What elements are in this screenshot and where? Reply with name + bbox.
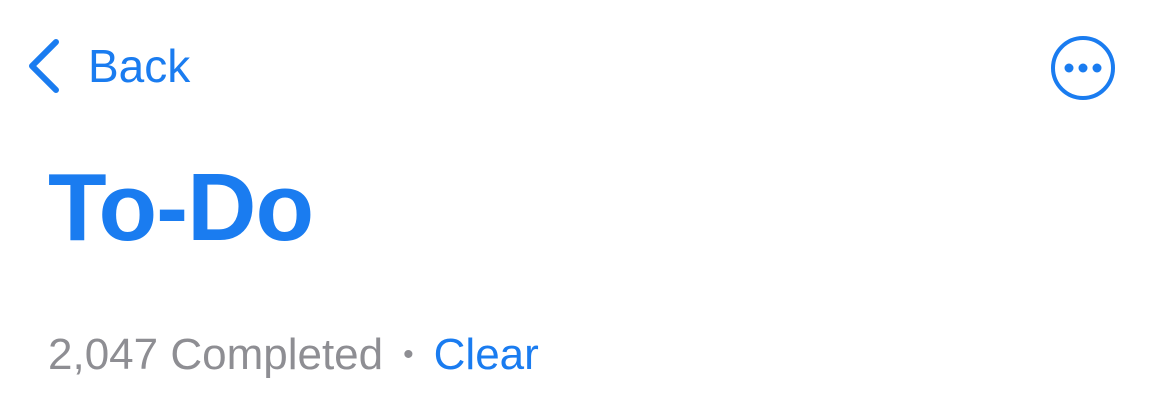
navigation-bar: Back xyxy=(0,0,1170,130)
back-button[interactable]: Back xyxy=(24,34,190,98)
page-title: To-Do xyxy=(48,154,314,261)
clear-completed-button[interactable]: Clear xyxy=(434,333,539,377)
chevron-left-icon xyxy=(29,39,59,93)
completed-count: 2,047 Completed xyxy=(48,330,384,379)
separator-dot: • xyxy=(403,338,414,371)
ellipsis-circle-icon xyxy=(1051,36,1115,100)
completed-summary: 2,047 Completed • Clear xyxy=(48,325,539,385)
more-options-button[interactable] xyxy=(1049,34,1117,102)
back-button-label: Back xyxy=(88,40,191,92)
